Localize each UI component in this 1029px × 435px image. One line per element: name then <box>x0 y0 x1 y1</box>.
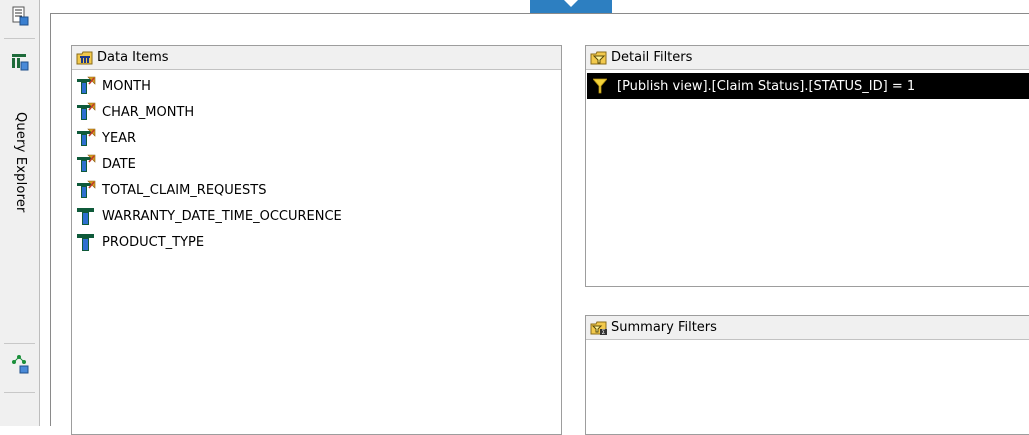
data-items-panel: Data Items MONTH CHAR_MONTH YEAR DATE TOTAL_… <box>71 45 562 435</box>
data-item-icon <box>76 206 96 226</box>
data-item-label: CHAR_MONTH <box>102 104 195 120</box>
detail-filters-header: Detail Filters <box>586 46 1029 70</box>
calculated-data-item-icon <box>76 76 96 96</box>
calculated-data-item-icon <box>76 128 96 148</box>
left-tool-strip: Query Explorer <box>0 0 40 426</box>
hierarchy-tree-icon[interactable] <box>10 354 30 374</box>
query-table-icon[interactable] <box>10 52 30 72</box>
data-item[interactable]: CHAR_MONTH <box>76 99 561 125</box>
data-item[interactable]: DATE <box>76 151 561 177</box>
data-item-icon <box>76 232 96 252</box>
data-item-label: PRODUCT_TYPE <box>102 234 205 250</box>
data-item-label: TOTAL_CLAIM_REQUESTS <box>102 182 267 198</box>
detail-filter-expression: [Publish view].[Claim Status].[STATUS_ID… <box>617 78 916 94</box>
tool-divider <box>4 392 35 393</box>
data-items-header: Data Items <box>72 46 561 70</box>
data-item[interactable]: WARRANTY_DATE_TIME_OCCURENCE <box>76 203 561 229</box>
data-item[interactable]: PRODUCT_TYPE <box>76 229 561 255</box>
data-item-label: YEAR <box>102 130 137 146</box>
summary-filters-title: Summary Filters <box>611 320 717 335</box>
detail-filters-folder-icon <box>590 50 608 66</box>
data-item[interactable]: TOTAL_CLAIM_REQUESTS <box>76 177 561 203</box>
calculated-data-item-icon <box>76 154 96 174</box>
svg-text:Σ: Σ <box>602 329 606 336</box>
data-item-label: WARRANTY_DATE_TIME_OCCURENCE <box>102 208 342 224</box>
data-items-list: MONTH CHAR_MONTH YEAR DATE TOTAL_CLAIM_REQUE… <box>72 70 561 255</box>
tool-divider <box>4 343 35 344</box>
tool-divider <box>4 38 35 39</box>
detail-filters-list: [Publish view].[Claim Status].[STATUS_ID… <box>586 73 1029 99</box>
data-item-label: MONTH <box>102 78 151 94</box>
summary-filters-header: Σ Summary Filters <box>586 316 1029 340</box>
data-item[interactable]: MONTH <box>76 73 561 99</box>
calculated-data-item-icon <box>76 102 96 122</box>
summary-filters-folder-icon: Σ <box>590 320 608 336</box>
top-collapse-tab[interactable] <box>530 0 612 14</box>
detail-filters-panel: Detail Filters [Publish view].[Claim Sta… <box>585 45 1029 287</box>
data-items-folder-icon <box>76 50 94 66</box>
data-item-label: DATE <box>102 156 136 172</box>
report-page-icon[interactable] <box>10 6 30 26</box>
chevron-down-icon <box>564 0 578 7</box>
data-items-title: Data Items <box>97 50 169 65</box>
detail-filter-row[interactable]: [Publish view].[Claim Status].[STATUS_ID… <box>587 73 1029 99</box>
detail-filters-title: Detail Filters <box>611 50 693 65</box>
query-explorer-tab[interactable]: Query Explorer <box>13 112 28 213</box>
filter-funnel-icon <box>592 78 608 94</box>
calculated-data-item-icon <box>76 180 96 200</box>
data-item[interactable]: YEAR <box>76 125 561 151</box>
summary-filters-panel: Σ Summary Filters <box>585 315 1029 435</box>
